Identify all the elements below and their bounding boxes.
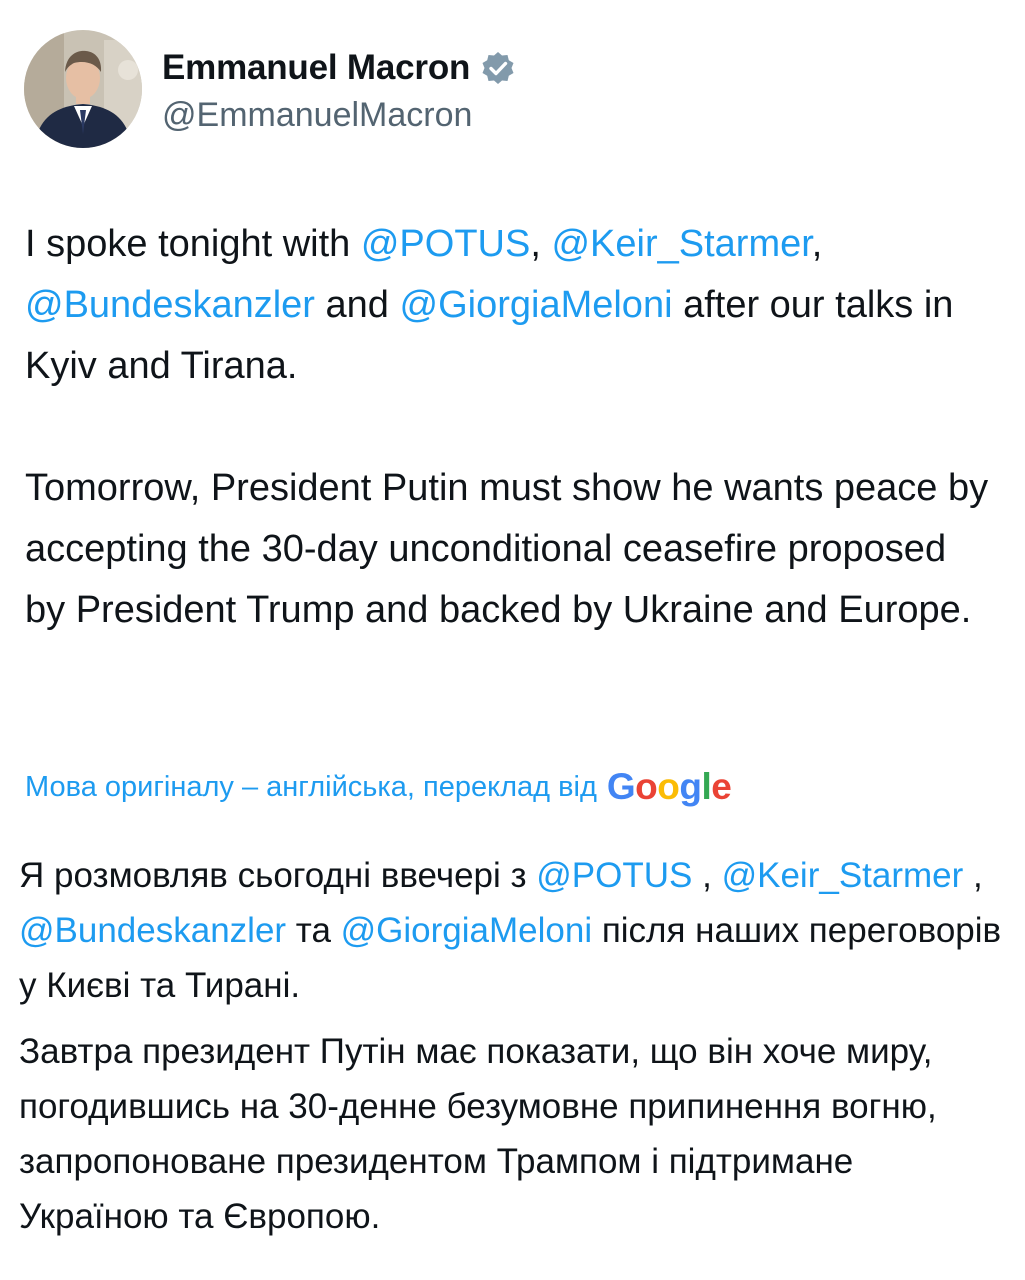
text-segment: , — [963, 856, 983, 895]
google-logo-letter: g — [679, 766, 702, 807]
google-logo-letter: l — [701, 766, 712, 807]
google-logo-letter: G — [606, 766, 636, 807]
text-segment: , — [811, 223, 823, 265]
text-segment: , — [530, 223, 552, 265]
mention-bundeskanzler[interactable]: @Bundeskanzler — [25, 284, 315, 326]
translated-paragraph: Завтра президент Путін має показати, що … — [19, 1032, 937, 1236]
mention-potus[interactable]: @POTUS — [361, 223, 530, 265]
translated-paragraph: Я розмовляв сьогодні ввечері з @POTUS , … — [19, 848, 1009, 1013]
tweet-text: I spoke tonight with @POTUS, @Keir_Starm… — [25, 214, 995, 641]
google-logo[interactable]: Google — [606, 766, 732, 808]
profile-photo — [24, 30, 142, 148]
mention-bundeskanzler[interactable]: @Bundeskanzler — [19, 911, 286, 950]
translated-text: Я розмовляв сьогодні ввечері з @POTUS , … — [19, 848, 1009, 1244]
translation-attribution: Мова оригіналу – англійська, переклад ві… — [25, 766, 732, 808]
text-segment: Я розмовляв сьогодні ввечері з — [19, 856, 537, 895]
mention-giorgia-meloni[interactable]: @GiorgiaMeloni — [341, 911, 592, 950]
mention-giorgia-meloni[interactable]: @GiorgiaMeloni — [400, 284, 673, 326]
mention-keir-starmer[interactable]: @Keir_Starmer — [722, 856, 964, 895]
text-segment: and — [314, 284, 400, 326]
mention-keir-starmer[interactable]: @Keir_Starmer — [551, 223, 811, 265]
avatar[interactable] — [24, 30, 142, 148]
user-handle[interactable]: @EmmanuelMacron — [162, 96, 516, 135]
mention-potus[interactable]: @POTUS — [536, 856, 692, 895]
google-logo-letter: o — [635, 766, 658, 807]
verified-badge-icon — [480, 50, 516, 86]
tweet-header: Emmanuel Macron @EmmanuelMacron — [24, 30, 516, 148]
translation-label[interactable]: Мова оригіналу – англійська, переклад ві… — [25, 771, 597, 804]
text-segment: та — [286, 911, 341, 950]
tweet-paragraph: I spoke tonight with @POTUS, @Keir_Starm… — [25, 214, 995, 397]
google-logo-letter: o — [657, 766, 680, 807]
display-name[interactable]: Emmanuel Macron — [162, 48, 470, 88]
text-segment: , — [692, 856, 722, 895]
text-segment: I spoke tonight with — [25, 223, 361, 265]
google-logo-letter: e — [711, 766, 732, 807]
tweet-paragraph: Tomorrow, President Putin must show he w… — [25, 467, 989, 631]
